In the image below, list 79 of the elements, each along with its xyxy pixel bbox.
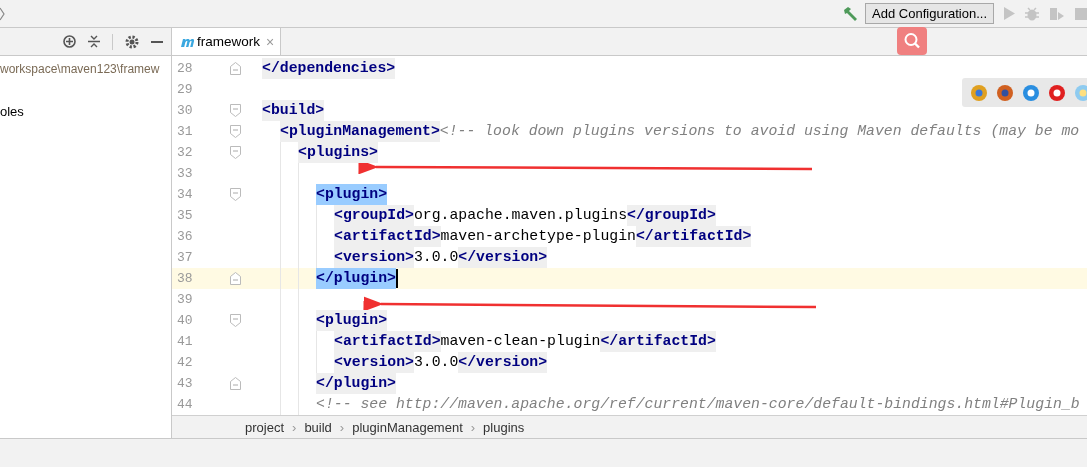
xml-tag: </dependencies> <box>262 58 396 79</box>
breadcrumb-separator: › <box>339 419 345 435</box>
xml-tag: </groupId> <box>627 205 716 226</box>
line-number: 39 <box>176 292 194 307</box>
settings-icon[interactable] <box>125 34 139 49</box>
xml-tag: <version> <box>334 352 414 373</box>
hammer-icon[interactable] <box>843 6 860 21</box>
line-number: 36 <box>176 229 194 244</box>
code-comment: <!-- see http://maven.apache.org/ref/current/maven-core/default-bindings.html#Plugin_b <box>316 395 1080 414</box>
line-number: 30 <box>176 103 194 118</box>
xml-tag: </plugin> <box>316 373 396 394</box>
xml-tag: </artifactId> <box>600 331 716 352</box>
tag-value: 3.0.0 <box>413 353 459 372</box>
editor-tab[interactable]: framework × <box>172 28 282 55</box>
line-number: 32 <box>176 145 194 160</box>
xml-tag: <groupId> <box>334 205 414 226</box>
breadcrumb-separator: › <box>470 419 476 435</box>
add-configuration-button[interactable]: Add Configuration... <box>865 3 994 24</box>
line-number: 38 <box>176 271 194 286</box>
maven-icon <box>180 36 194 47</box>
project-path: workspace\maven123\framew <box>0 61 160 78</box>
search-icon <box>903 32 921 50</box>
line-number: 44 <box>176 397 194 412</box>
browser-icon[interactable] <box>1048 83 1066 102</box>
breadcrumb[interactable]: project <box>245 419 285 435</box>
xml-tag: <build> <box>262 100 325 121</box>
crosshair-icon[interactable] <box>63 35 76 48</box>
xml-tag: </artifactId> <box>635 226 752 247</box>
chevron-right-icon[interactable] <box>0 6 5 21</box>
xml-tag: <plugin> <box>316 184 388 205</box>
line-number: 33 <box>176 166 194 181</box>
xml-tag: <pluginManagement> <box>280 121 440 142</box>
code-comment: <!-- look down plugins versions to avoid using Maven defaults (may be mo <box>439 122 1080 141</box>
browser-icon[interactable] <box>996 83 1014 102</box>
xml-tag: <plugins> <box>298 142 378 163</box>
tag-value: maven-clean-plugin <box>440 332 601 351</box>
fold-marker-icon[interactable] <box>229 188 241 201</box>
xml-tag: <plugin> <box>316 310 388 331</box>
line-number: 34 <box>176 187 194 202</box>
tag-value: 3.0.0 <box>413 248 459 267</box>
fold-marker-icon[interactable] <box>229 62 241 75</box>
line-number: 29 <box>176 82 194 97</box>
tag-value: maven-archetype-plugin <box>440 227 636 246</box>
line-number: 31 <box>176 124 194 139</box>
minimize-icon[interactable] <box>151 40 163 43</box>
breadcrumb-separator: › <box>292 419 297 435</box>
line-number: 43 <box>176 376 194 391</box>
collapse-icon[interactable] <box>88 35 100 48</box>
fold-marker-icon[interactable] <box>229 125 241 138</box>
tag-value: org.apache.maven.plugins <box>413 206 628 225</box>
fold-marker-icon[interactable] <box>229 314 241 327</box>
xml-tag: <artifactId> <box>334 226 441 247</box>
xml-tag: </plugin> <box>316 268 396 289</box>
tree-item[interactable]: oles <box>0 101 171 122</box>
bug-icon[interactable] <box>1025 6 1039 21</box>
run-icon[interactable] <box>1004 7 1015 20</box>
line-number: 35 <box>176 208 194 223</box>
line-number: 28 <box>176 61 194 76</box>
text-caret <box>395 269 398 288</box>
stop-icon[interactable] <box>1075 7 1087 20</box>
xml-tag: </version> <box>458 247 548 268</box>
fold-marker-icon[interactable] <box>229 272 241 285</box>
breadcrumb[interactable]: pluginManagement <box>352 419 463 435</box>
line-number: 41 <box>176 334 194 349</box>
fold-marker-icon[interactable] <box>229 104 241 117</box>
line-number: 37 <box>176 250 194 265</box>
xml-tag: </version> <box>458 352 548 373</box>
browser-icon[interactable] <box>970 83 988 102</box>
xml-tag: <artifactId> <box>334 331 441 352</box>
browser-icon[interactable] <box>1022 83 1040 102</box>
coverage-icon[interactable] <box>1049 6 1065 21</box>
breadcrumb[interactable]: build <box>304 419 332 435</box>
line-number: 40 <box>176 313 194 328</box>
xml-tag: <version> <box>334 247 414 268</box>
breadcrumb[interactable]: plugins <box>483 419 525 435</box>
fold-marker-icon[interactable] <box>229 146 241 159</box>
fold-marker-icon[interactable] <box>229 377 241 390</box>
line-number: 42 <box>176 355 194 370</box>
search-button[interactable] <box>897 27 927 55</box>
